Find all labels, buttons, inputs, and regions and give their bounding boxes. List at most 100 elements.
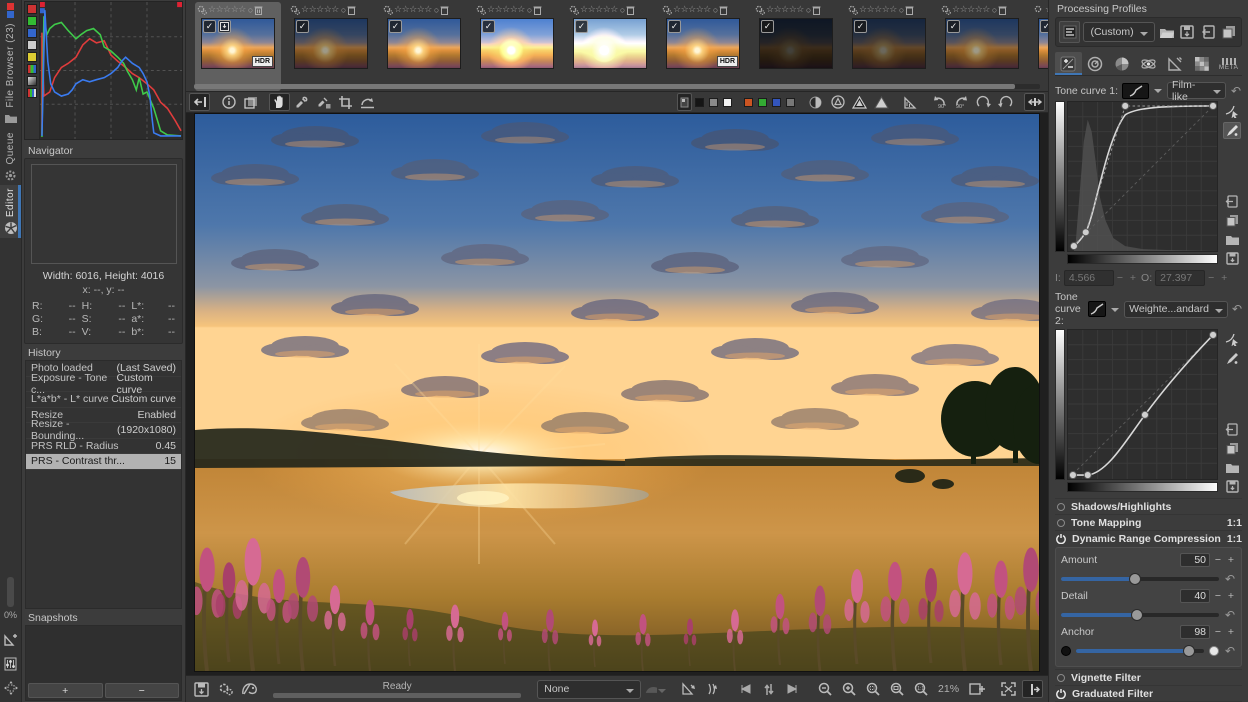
trash-icon[interactable] [347, 5, 356, 15]
info-button[interactable] [218, 93, 239, 111]
tab-detail[interactable] [1082, 52, 1109, 75]
trash-icon[interactable] [533, 5, 542, 15]
navigator-preview[interactable] [30, 164, 177, 264]
flip-horizontal-button[interactable] [973, 93, 994, 111]
history-row-selected[interactable]: PRS - Contrast thr... 15 [26, 454, 181, 470]
histogram-bar-toggle[interactable] [27, 88, 37, 98]
edit-pen-icon[interactable] [1223, 350, 1241, 367]
green-channel-button[interactable] [756, 93, 769, 111]
new-editor-tab-button[interactable] [966, 680, 987, 698]
histogram-mode-toggle[interactable] [27, 76, 37, 86]
zoom-100-button[interactable]: 1:1 [910, 680, 931, 698]
edit-pen-icon[interactable] [1223, 122, 1242, 139]
power-on-icon[interactable] [1056, 533, 1066, 544]
histogram-raw-toggle[interactable] [27, 64, 37, 74]
navigator-title[interactable]: Navigator [28, 145, 183, 157]
red-channel-button[interactable] [742, 93, 755, 111]
minus-button[interactable]: − [1213, 554, 1223, 566]
flip-vertical-button[interactable] [995, 93, 1016, 111]
external-editor-button[interactable] [239, 680, 260, 698]
color-picker-button[interactable] [291, 93, 312, 111]
filmstrip-thumbnail[interactable]: ☆☆☆☆☆ ○ ✓ [846, 2, 932, 91]
tab-editor[interactable]: Editor [0, 185, 21, 239]
image-canvas[interactable] [186, 113, 1048, 675]
tone-curve-2-graph[interactable] [1067, 329, 1218, 480]
tab-transform[interactable] [1162, 52, 1189, 75]
fast-export-icon[interactable] [2, 631, 20, 649]
history-row[interactable]: L*a*b* - L* curve Custom curve [26, 392, 181, 408]
filmstrip-thumbnail[interactable]: ☆☆☆☆☆ ○ ✓ [288, 2, 374, 91]
profile-quick-select[interactable]: None [537, 679, 641, 699]
tab-raw[interactable] [1189, 52, 1216, 75]
rating-stars[interactable]: ☆☆☆☆☆ [208, 4, 246, 15]
reset-icon[interactable]: ↶ [1224, 644, 1236, 658]
power-off-icon[interactable] [1057, 502, 1065, 511]
remove-snapshot-button[interactable]: − [104, 683, 179, 698]
sort-direction-button[interactable] [758, 680, 779, 698]
copy-profile-icon[interactable] [1220, 22, 1238, 42]
copy-curve-icon[interactable] [1223, 440, 1241, 457]
power-off-icon[interactable] [1057, 518, 1065, 527]
load-curve-icon[interactable] [1223, 231, 1241, 248]
profile-select[interactable]: (Custom) [1083, 22, 1155, 42]
tab-advanced[interactable] [1135, 52, 1162, 75]
add-to-queue-button[interactable] [215, 680, 236, 698]
filmstrip-thumbnail[interactable]: ☆☆☆☆☆ ○ ✓ HDR [195, 2, 281, 91]
plus-button[interactable]: + [1226, 554, 1236, 566]
before-after-button[interactable] [240, 93, 261, 111]
amount-value[interactable]: 50 [1180, 553, 1210, 567]
shadow-clip-warning-icon[interactable] [849, 93, 870, 111]
history-row[interactable]: Exposure - Tone c... Custom curve [26, 372, 181, 396]
straighten-tool-button[interactable] [357, 93, 378, 111]
snapshots-title[interactable]: Snapshots [28, 612, 183, 624]
power-off-icon[interactable] [1057, 673, 1065, 682]
bg-color-theme-button[interactable] [677, 93, 692, 111]
reset-icon[interactable]: ↶ [1224, 608, 1236, 622]
filmstrip-thumbnail[interactable]: ☆☆☆☆☆ ○ ✓ HDR [660, 2, 746, 91]
hide-filmstrip-button[interactable] [1022, 680, 1044, 698]
tab-exposure[interactable] [1055, 52, 1082, 75]
trash-icon[interactable] [905, 5, 914, 15]
tool-shadows-highlights[interactable]: Shadows/Highlights [1055, 498, 1242, 514]
tone-curve-1-mode-select[interactable]: Film-like [1167, 79, 1226, 103]
bg-color-gray-button[interactable] [707, 93, 720, 111]
paste-profile-button[interactable] [702, 680, 723, 698]
tab-file-browser[interactable]: File Browser (23) [0, 20, 21, 129]
hand-tool-button[interactable] [269, 93, 290, 111]
plus-button[interactable]: + [1226, 590, 1236, 602]
filmstrip-scrollbar[interactable] [194, 84, 1040, 89]
hide-left-panel-button[interactable] [189, 93, 210, 111]
trash-icon[interactable] [254, 5, 263, 15]
copy-curve-icon[interactable] [1223, 212, 1241, 229]
fullscreen-button[interactable] [998, 680, 1019, 698]
trash-icon[interactable] [998, 5, 1007, 15]
tab-metadata[interactable]: META [1215, 52, 1242, 75]
blue-channel-button[interactable] [770, 93, 783, 111]
histogram-blue-toggle[interactable] [27, 28, 37, 38]
histogram-graph[interactable] [40, 2, 182, 139]
reset-icon[interactable]: ↶ [1224, 572, 1236, 586]
curve-type-button[interactable] [1088, 301, 1107, 317]
color-label-icon[interactable]: ○ [248, 5, 253, 15]
amount-slider[interactable] [1061, 573, 1219, 585]
film-simulation-button[interactable] [644, 680, 668, 698]
filmstrip-thumbnail[interactable]: ☆☆☆☆☆ ○ ✓ [939, 2, 1025, 91]
histogram-red-toggle[interactable] [27, 4, 37, 14]
histogram-luminance-toggle[interactable] [27, 40, 37, 50]
white-balance-picker-button[interactable] [313, 93, 334, 111]
profile-list-icon[interactable] [1059, 21, 1081, 43]
minus-button[interactable]: − [1213, 590, 1223, 602]
zoom-fit-button[interactable] [862, 680, 883, 698]
highlight-clip-warning-icon[interactable] [871, 93, 892, 111]
filmstrip-thumbnail[interactable]: ☆☆☆☆☆ ○ ✓ [381, 2, 467, 91]
anchor-slider[interactable] [1076, 645, 1204, 657]
paste-profile-icon[interactable] [1199, 22, 1217, 42]
edit-point-icon[interactable] [1223, 331, 1241, 348]
paste-curve-icon[interactable] [1223, 193, 1241, 210]
preview-bw-button[interactable] [805, 93, 826, 111]
filmstrip-thumbnail[interactable]: ☆☆☆☆☆ ○ ✓ [753, 2, 839, 91]
history-title[interactable]: History [28, 347, 183, 359]
zoom-out-button[interactable] [814, 680, 835, 698]
reset-icon[interactable]: ↶ [1232, 302, 1242, 316]
tool-vignette-filter[interactable]: Vignette Filter [1055, 669, 1242, 685]
